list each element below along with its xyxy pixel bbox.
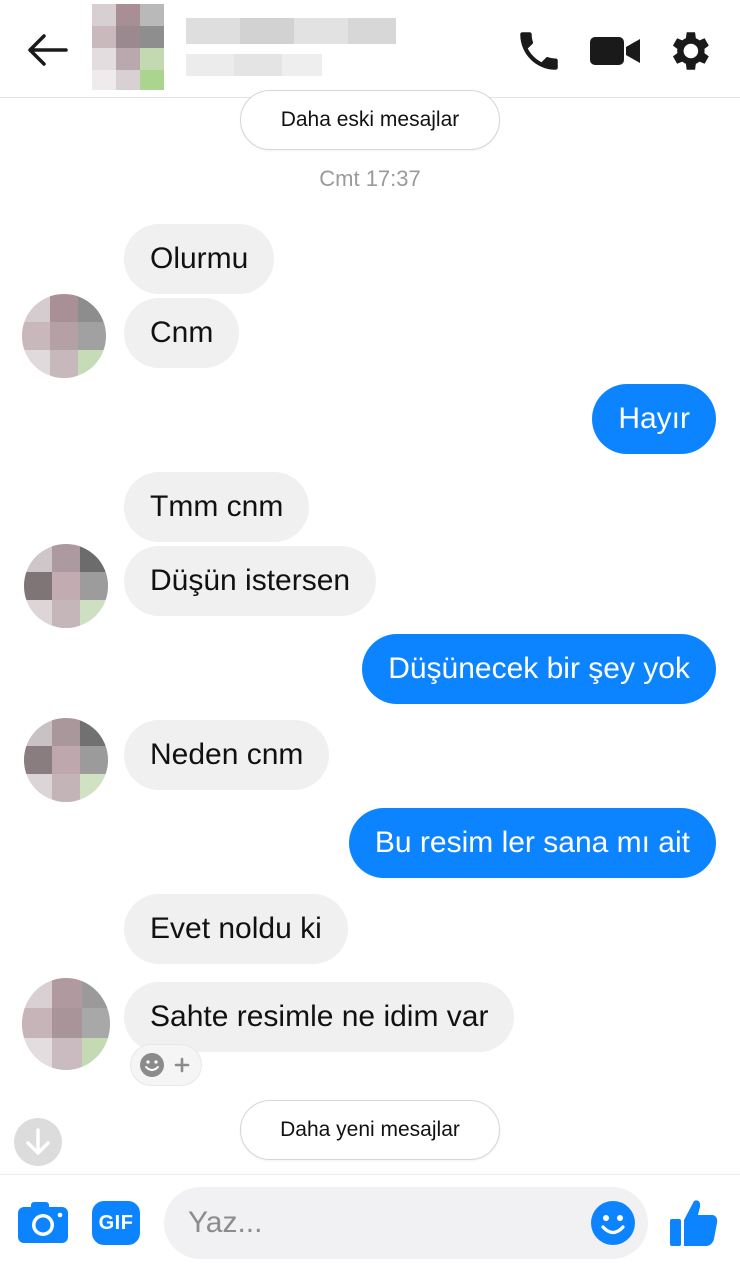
call-button[interactable] xyxy=(514,26,564,76)
older-messages-button[interactable]: Daha eski mesajlar xyxy=(240,90,500,150)
sender-avatar-blurred[interactable] xyxy=(24,544,108,628)
gear-icon xyxy=(672,32,709,70)
message-incoming[interactable]: Neden cnm xyxy=(124,720,330,790)
message-incoming[interactable]: Tmm cnm xyxy=(124,472,310,542)
video-call-button[interactable] xyxy=(588,26,640,76)
arrow-left-icon xyxy=(28,34,68,66)
thumbs-up-icon xyxy=(670,1200,718,1246)
message-incoming[interactable]: Düşün istersen xyxy=(124,546,377,616)
message-incoming[interactable]: Evet noldu ki xyxy=(124,894,348,964)
back-button[interactable] xyxy=(22,28,72,72)
sender-avatar-blurred[interactable] xyxy=(22,294,106,378)
message-outgoing[interactable]: Düşünecek bir şey yok xyxy=(362,634,716,704)
scroll-down-button[interactable] xyxy=(14,1118,62,1166)
sender-avatar-blurred[interactable] xyxy=(24,718,108,802)
message-composer: GIF xyxy=(0,1174,740,1270)
add-reaction-button[interactable] xyxy=(130,1044,202,1086)
contact-avatar-blurred[interactable] xyxy=(92,4,164,90)
message-timestamp: Cmt 17:37 xyxy=(319,166,421,191)
message-incoming[interactable]: Olurmu xyxy=(124,224,275,294)
camera-icon xyxy=(18,1202,68,1243)
message-outgoing[interactable]: Bu resim ler sana mı ait xyxy=(348,808,716,878)
video-camera-icon xyxy=(590,37,640,65)
contact-name-blurred[interactable] xyxy=(186,14,396,86)
settings-button[interactable] xyxy=(664,26,714,76)
like-button[interactable] xyxy=(668,1195,720,1249)
smiley-plus-icon xyxy=(140,1053,190,1077)
sender-avatar-blurred[interactable] xyxy=(22,978,110,1070)
gif-button[interactable]: GIF xyxy=(92,1201,140,1245)
message-outgoing[interactable]: Hayır xyxy=(592,384,716,454)
conversation-header xyxy=(0,0,740,98)
message-input-wrapper xyxy=(164,1187,648,1259)
message-input[interactable] xyxy=(188,1187,588,1259)
phone-icon xyxy=(520,32,558,70)
camera-button[interactable] xyxy=(16,1197,70,1247)
message-incoming[interactable]: Sahte resimle ne idim var xyxy=(124,982,515,1052)
arrow-down-icon xyxy=(26,1128,50,1155)
gif-label: GIF xyxy=(98,1211,134,1234)
smiley-icon xyxy=(591,1201,635,1245)
newer-messages-button[interactable]: Daha yeni mesajlar xyxy=(240,1100,500,1160)
message-incoming[interactable]: Cnm xyxy=(124,298,240,368)
emoji-button[interactable] xyxy=(590,1200,636,1246)
